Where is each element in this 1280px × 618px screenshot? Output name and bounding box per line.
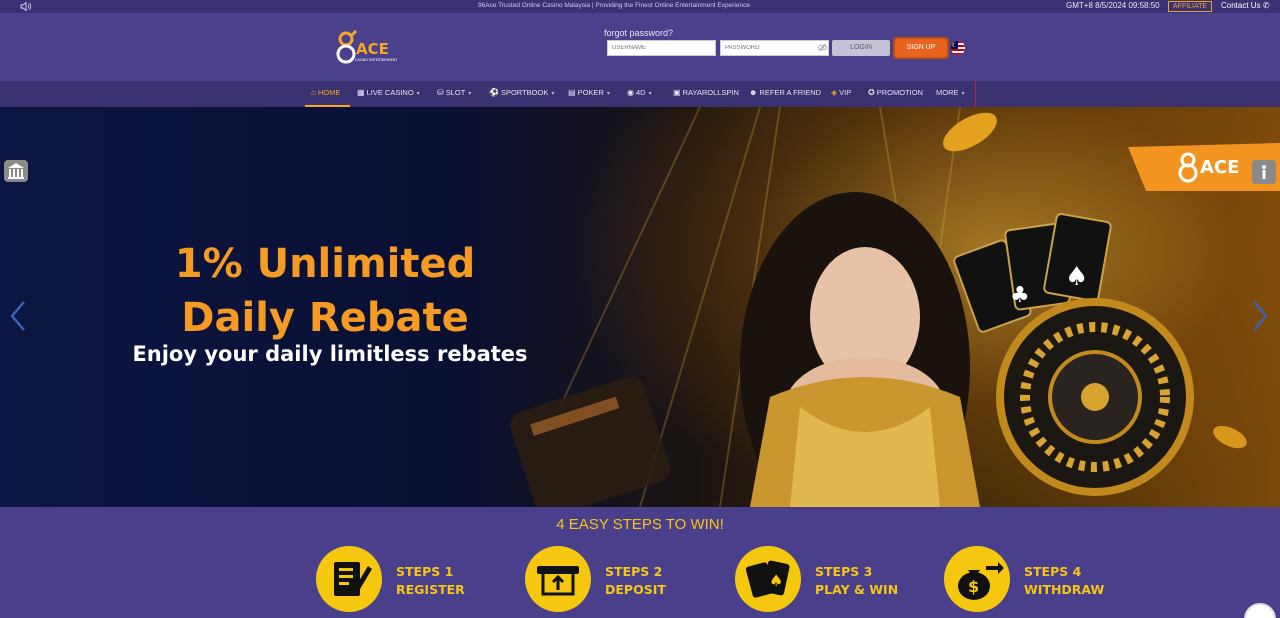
bank-icon[interactable] xyxy=(4,160,28,182)
nav-item-sportbook[interactable]: ⚽ SPORTBOOK ▾ xyxy=(489,81,554,107)
nav-item-promotion[interactable]: ✪ PROMOTION xyxy=(868,81,923,107)
play-cards-icon: ♠ xyxy=(735,546,801,612)
carousel-prev-arrow-icon[interactable] xyxy=(9,299,27,333)
nav-item-live-casino[interactable]: ▦ LIVE CASINO ▾ xyxy=(357,81,420,107)
nav-label: SLOT xyxy=(445,88,466,97)
deposit-icon xyxy=(525,546,591,612)
step-action: REGISTER xyxy=(396,582,465,597)
calendar-icon: ▣ xyxy=(673,88,681,97)
chevron-down-icon: ▾ xyxy=(551,91,555,97)
nav-item-4d[interactable]: ◉ 4D ▾ xyxy=(627,81,652,107)
step-number: STEPS 2 xyxy=(605,564,663,579)
chevron-down-icon: ▾ xyxy=(416,91,420,97)
gift-icon: ✪ xyxy=(868,88,875,97)
poker-icon: ▤ xyxy=(568,88,576,97)
step-label: STEPS 1 REGISTER xyxy=(396,563,465,599)
nav-label: HOME xyxy=(317,88,341,97)
site-logo[interactable]: ACE CASINO ENTERTAINMENT xyxy=(336,30,402,68)
badge-text: ACE xyxy=(1200,157,1239,178)
step-action: DEPOSIT xyxy=(605,582,666,597)
home-icon: ⌂ xyxy=(311,88,316,97)
tag-icon: ◈ xyxy=(831,88,838,97)
nav-item-rayarollspin[interactable]: ▣ RAYAROLLSPIN xyxy=(673,81,739,107)
username-input[interactable] xyxy=(607,40,716,56)
cards-icon: ▦ xyxy=(357,88,365,97)
register-icon xyxy=(316,546,382,612)
promo-banner[interactable]: ♠ ♣ 1% Unlimited Daily Rebate Enjoy your… xyxy=(0,107,1280,507)
nav-divider xyxy=(975,81,976,107)
svg-text:♣: ♣ xyxy=(1010,283,1030,308)
clock: GMT+8 8/5/2024 09:58:50 xyxy=(1066,1,1160,10)
password-input[interactable] xyxy=(720,40,829,56)
nav-label: REFER A FRIEND xyxy=(759,88,822,97)
nav-label: PROMOTION xyxy=(876,88,923,97)
nav-label: 4D xyxy=(635,88,646,97)
banner-subline: Enjoy your daily limitless rebates xyxy=(132,342,528,366)
step-number: STEPS 3 xyxy=(815,564,873,579)
logo-subtext: CASINO ENTERTAINMENT xyxy=(355,58,398,62)
nav-item-poker[interactable]: ▤ POKER ▾ xyxy=(568,81,610,107)
header: ACE CASINO ENTERTAINMENT forgot password… xyxy=(0,13,1280,81)
step-action: PLAY & WIN xyxy=(815,582,899,597)
step-number: STEPS 4 xyxy=(1024,564,1082,579)
svg-text:♠: ♠ xyxy=(769,571,783,590)
main-nav: ⌂ HOME ▦ LIVE CASINO ▾ ⛁ SLOT ▾ ⚽ SPORTBOOK ▾ ▤… xyxy=(0,81,1280,107)
banner-headline-line2: Daily Rebate xyxy=(181,295,469,341)
chevron-down-icon: ▾ xyxy=(648,91,652,97)
contact-us-link[interactable]: Contact Us ✆ xyxy=(1221,1,1270,10)
logo-text: ACE xyxy=(356,40,389,58)
chat-icon[interactable] xyxy=(1244,603,1276,618)
nav-label: SPORTBOOK xyxy=(500,88,549,97)
step-label: STEPS 4 WITHDRAW xyxy=(1024,563,1104,599)
nav-label: RAYAROLLSPIN xyxy=(682,88,739,97)
forgot-password-link[interactable]: forgot password? xyxy=(604,28,673,38)
phone-icon: ✆ xyxy=(1262,1,1270,10)
chevron-down-icon: ▾ xyxy=(468,91,472,97)
svg-text:$: $ xyxy=(968,577,979,596)
people-icon: ☻ xyxy=(749,88,758,97)
nav-item-vip[interactable]: ◈ VIP xyxy=(831,81,851,107)
step-action: WITHDRAW xyxy=(1024,582,1105,597)
step-number: STEPS 1 xyxy=(396,564,454,579)
chevron-down-icon: ▾ xyxy=(961,91,965,97)
slot-icon: ⛁ xyxy=(437,88,444,97)
nav-item-refer-a-friend[interactable]: ☻ REFER A FRIEND xyxy=(749,81,821,107)
contact-us-label: Contact Us xyxy=(1221,1,1261,10)
nav-label: VIP xyxy=(839,88,852,97)
nav-label: MORE xyxy=(936,88,959,97)
info-icon[interactable] xyxy=(1252,160,1276,184)
banner-headline-line1: 1% Unlimited xyxy=(174,241,476,287)
top-bar: 96Ace Trusted Online Casino Malaysia | P… xyxy=(0,0,1280,13)
nav-label: LIVE CASINO xyxy=(366,88,414,97)
eye-icon: ◉ xyxy=(627,88,634,97)
nav-item-home[interactable]: ⌂ HOME xyxy=(305,81,350,107)
banner-headline: 1% Unlimited Daily Rebate xyxy=(145,237,505,345)
svg-text:♠: ♠ xyxy=(1065,262,1088,292)
money-bag-icon: $ xyxy=(944,546,1010,612)
step-label: STEPS 3 PLAY & WIN xyxy=(815,563,898,599)
carousel-next-arrow-icon[interactable] xyxy=(1251,299,1269,333)
affiliate-button[interactable]: AFFILIATE xyxy=(1168,1,1213,12)
site-tagline: 96Ace Trusted Online Casino Malaysia | P… xyxy=(478,2,750,9)
chevron-down-icon: ▾ xyxy=(606,91,610,97)
login-button[interactable]: LOGIN xyxy=(832,40,890,56)
signup-button[interactable]: SIGN UP xyxy=(895,39,947,57)
step-label: STEPS 2 DEPOSIT xyxy=(605,563,666,599)
nav-label: POKER xyxy=(577,88,604,97)
steps-title: 4 EASY STEPS TO WIN! xyxy=(556,516,724,533)
ball-icon: ⚽ xyxy=(489,88,499,97)
nav-item-slot[interactable]: ⛁ SLOT ▾ xyxy=(437,81,471,107)
nav-item-more[interactable]: MORE ▾ xyxy=(936,81,965,107)
eye-slash-icon[interactable] xyxy=(818,43,827,52)
malaysia-flag-icon[interactable] xyxy=(951,41,965,55)
